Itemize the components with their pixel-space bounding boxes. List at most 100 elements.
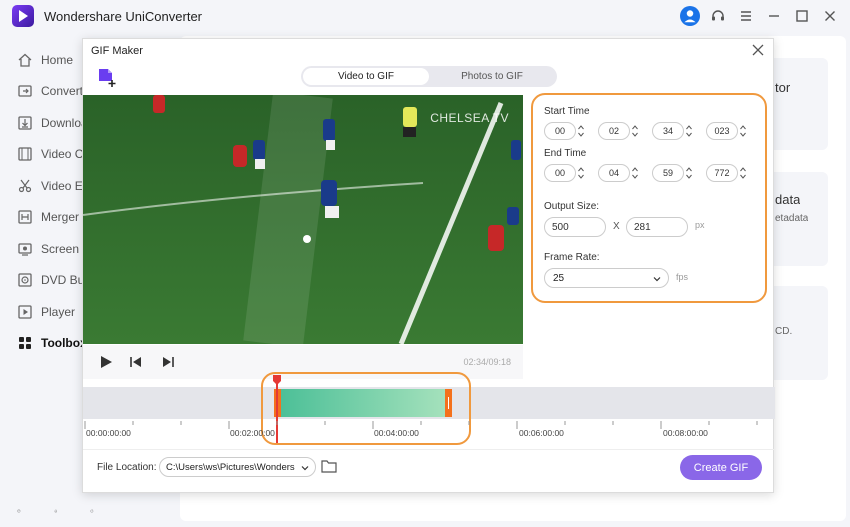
title-bar: Wondershare UniConverter	[0, 0, 850, 32]
maximize-icon[interactable]	[790, 4, 814, 28]
tick-label: 00:00:00:00	[86, 428, 131, 438]
play-icon	[18, 305, 32, 319]
tool-card-desc: CD.	[775, 326, 793, 337]
minimize-icon[interactable]	[762, 4, 786, 28]
menu-icon[interactable]	[734, 4, 758, 28]
output-size-label: Output Size:	[544, 201, 600, 212]
app-logo	[12, 5, 34, 27]
frame-rate-select[interactable]: 25	[544, 268, 669, 288]
start-hours-field[interactable]: 00	[544, 122, 576, 140]
next-frame-icon[interactable]	[161, 355, 175, 369]
chevron-down-icon	[653, 277, 661, 282]
start-minutes-field[interactable]: 02	[598, 122, 630, 140]
tick-label: 00:06:00:00	[519, 428, 564, 438]
end-hours-field[interactable]: 00	[544, 164, 576, 182]
size-unit: px	[695, 220, 705, 230]
folder-icon[interactable]	[321, 459, 337, 473]
size-separator: X	[613, 221, 620, 232]
gif-maker-dialog: GIF Maker Video to GIF Photos to GIF CHE…	[82, 38, 775, 493]
help-icon[interactable]	[17, 503, 21, 519]
close-icon[interactable]	[751, 43, 765, 57]
output-height-field[interactable]: 281	[626, 217, 688, 237]
converter-icon	[18, 85, 32, 97]
frame-rate-unit: fps	[676, 272, 689, 282]
gif-settings-panel: Start Time 00 02 34 023 End Time 00 04 5…	[531, 93, 767, 303]
sidebar-item-toolbox[interactable]: Toolbox	[0, 329, 82, 357]
sidebar-item-label: Downloader	[41, 116, 82, 130]
spinner-icon[interactable]	[740, 165, 746, 181]
video-frame	[83, 95, 523, 344]
sidebar-item-merger[interactable]: Merger	[0, 203, 82, 231]
merge-icon	[18, 210, 32, 224]
tab-video-to-gif[interactable]: Video to GIF	[303, 68, 429, 85]
play-button-icon[interactable]	[99, 355, 113, 369]
sidebar-item-home[interactable]: Home	[0, 46, 82, 74]
sidebar-item-label: Toolbox	[41, 336, 82, 350]
user-account-icon[interactable]	[678, 4, 702, 28]
sidebar-item-converter[interactable]: Converter	[0, 77, 82, 105]
divider	[83, 449, 775, 450]
download-icon	[18, 116, 32, 130]
spinner-icon[interactable]	[686, 123, 692, 139]
sidebar-item-video-editor[interactable]: Video Editor	[0, 172, 82, 200]
tick-label: 00:08:00:00	[663, 428, 708, 438]
add-file-icon[interactable]	[96, 67, 118, 89]
end-time-label: End Time	[544, 148, 587, 159]
playback-time: 02:34/09:18	[463, 357, 511, 367]
headset-support-icon[interactable]	[706, 4, 730, 28]
home-icon	[18, 53, 32, 67]
sidebar-item-label: Home	[41, 53, 74, 67]
tool-card-title: data	[775, 192, 801, 207]
sidebar-item-label: Video Compressor	[41, 147, 82, 161]
spinner-icon[interactable]	[578, 123, 584, 139]
sidebar-item-player[interactable]: Player	[0, 298, 82, 326]
output-width-field[interactable]: 500	[544, 217, 606, 237]
feedback-icon[interactable]	[90, 503, 94, 519]
tool-card-title: tor	[775, 80, 791, 95]
screen-record-icon	[18, 243, 32, 256]
dialog-title: GIF Maker	[91, 45, 143, 57]
start-ms-field[interactable]: 023	[706, 122, 738, 140]
sidebar-item-video-compressor[interactable]: Video Compressor	[0, 140, 82, 168]
start-time-label: Start Time	[544, 106, 590, 117]
sidebar-item-label: Converter	[41, 84, 82, 98]
notification-bell-icon[interactable]	[54, 503, 58, 519]
spinner-icon[interactable]	[578, 165, 584, 181]
spinner-icon[interactable]	[632, 165, 638, 181]
close-window-icon[interactable]	[818, 4, 842, 28]
file-location-label: File Location:	[97, 462, 157, 473]
chevron-down-icon	[301, 466, 309, 471]
disc-icon	[18, 273, 32, 287]
file-location-select[interactable]: C:\Users\ws\Pictures\Wonders	[159, 457, 316, 477]
video-watermark: CHELSEA TV	[430, 111, 509, 125]
sidebar-bottom-tools	[0, 500, 110, 522]
tool-card-desc: etadata	[775, 213, 809, 224]
toolbox-grid-icon	[19, 337, 31, 349]
tick-label: 00:02:00:00	[230, 428, 275, 438]
frame-rate-value: 25	[553, 272, 565, 284]
sidebar-item-screen-recorder[interactable]: Screen Recorder	[0, 235, 82, 263]
frame-rate-label: Frame Rate:	[544, 252, 600, 263]
end-seconds-field[interactable]: 59	[652, 164, 684, 182]
sidebar-item-dvd-burner[interactable]: DVD Burner	[0, 266, 82, 294]
create-gif-button[interactable]: Create GIF	[680, 455, 762, 480]
spinner-icon[interactable]	[740, 123, 746, 139]
sidebar-item-label: DVD Burner	[41, 273, 82, 287]
sidebar-item-label: Screen Recorder	[41, 242, 82, 256]
start-seconds-field[interactable]: 34	[652, 122, 684, 140]
end-ms-field[interactable]: 772	[706, 164, 738, 182]
tab-photos-to-gif[interactable]: Photos to GIF	[429, 68, 555, 85]
previous-frame-icon[interactable]	[129, 355, 143, 369]
sidebar-item-label: Player	[41, 305, 76, 319]
scissors-icon	[18, 179, 32, 193]
spinner-icon[interactable]	[632, 123, 638, 139]
sidebar-item-label: Merger	[41, 210, 80, 224]
file-location-path: C:\Users\ws\Pictures\Wonders	[166, 461, 295, 473]
end-minutes-field[interactable]: 04	[598, 164, 630, 182]
spinner-icon[interactable]	[686, 165, 692, 181]
sidebar-item-label: Video Editor	[41, 179, 82, 193]
video-preview[interactable]: CHELSEA TV	[83, 95, 523, 344]
sidebar-item-downloader[interactable]: Downloader	[0, 109, 82, 137]
compress-icon	[18, 147, 32, 161]
app-title: Wondershare UniConverter	[44, 9, 202, 24]
